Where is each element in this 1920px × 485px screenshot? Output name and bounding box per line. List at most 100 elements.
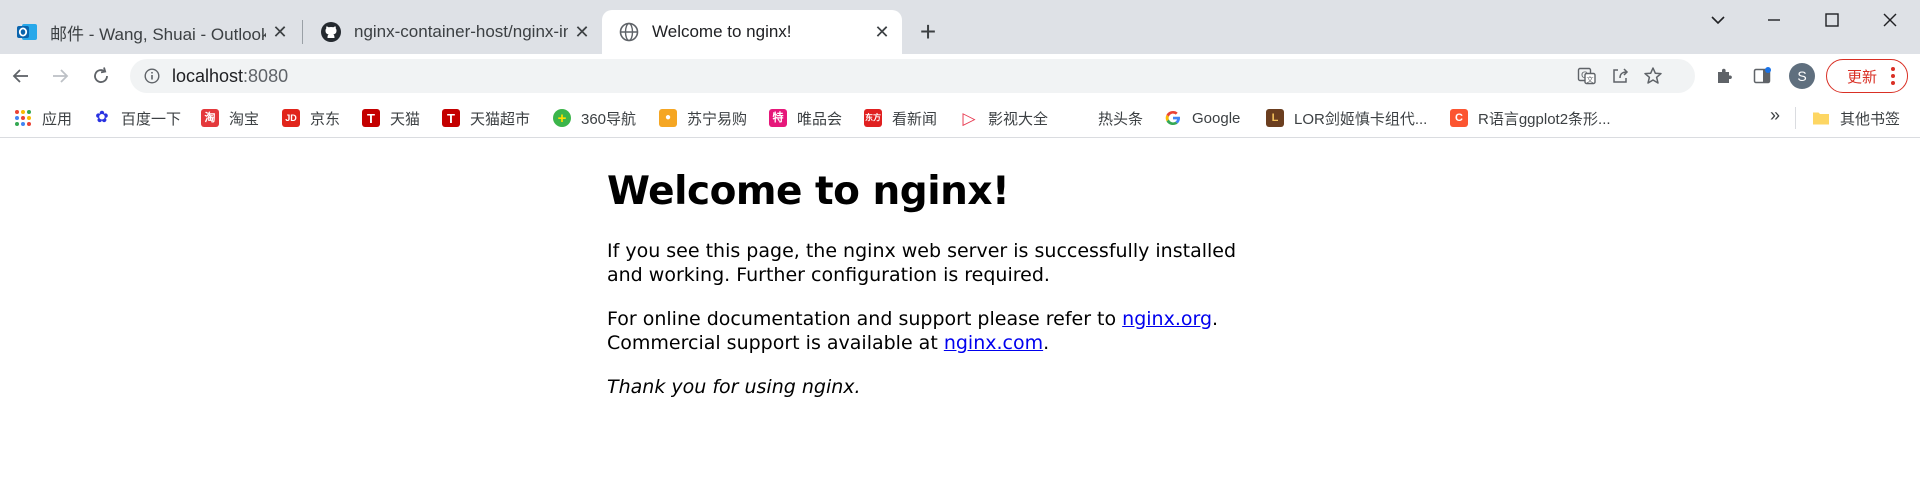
close-window-icon[interactable] [1862, 0, 1918, 40]
bookmark-label: 影视大全 [988, 110, 1049, 128]
bookmark-label: LOR剑姬慎卡组代... [1294, 110, 1428, 128]
bookmark-label: 360导航 [581, 110, 637, 128]
bookmark-label: 看新闻 [892, 110, 938, 128]
taobao-icon: 淘 [201, 109, 219, 127]
commercial-text: Commercial support is available at [607, 332, 944, 354]
bookmark-suning[interactable]: ● 苏宁易购 [659, 107, 747, 129]
reload-icon[interactable] [83, 58, 119, 94]
bookmark-label: 淘宝 [229, 110, 260, 128]
globe-icon [618, 21, 640, 43]
url-text[interactable]: localhost:8080 [172, 66, 288, 87]
bookmark-label: 天猫 [390, 110, 421, 128]
bookmark-label: 百度一下 [121, 110, 182, 128]
bookmark-tmall[interactable]: T 天猫 [362, 107, 420, 129]
close-tab-icon[interactable]: ✕ [868, 18, 896, 46]
close-tab-icon[interactable]: ✕ [568, 18, 596, 46]
tab-title: nginx-container-host/nginx-in [354, 22, 568, 41]
tab-nginx[interactable]: Welcome to nginx! ✕ [602, 10, 902, 54]
bookmark-360[interactable]: + 360导航 [553, 107, 636, 129]
vip-icon: 特 [769, 109, 787, 127]
page-heading: Welcome to nginx! [607, 169, 1010, 214]
minimize-icon[interactable] [1746, 0, 1802, 40]
bookmark-csdn[interactable]: C R语言ggplot2条形... [1450, 107, 1611, 129]
lor-icon: L [1266, 109, 1284, 127]
github-icon [320, 21, 342, 43]
bookmark-vip[interactable]: 特 唯品会 [769, 107, 842, 129]
tab-title: 邮件 - Wang, Shuai - Outlook [50, 24, 266, 44]
bookmark-label: 苏宁易购 [687, 110, 748, 128]
translate-icon[interactable]: G文 [1573, 62, 1601, 90]
baidu-paw-icon: ✿ [95, 109, 109, 126]
tab-title: Welcome to nginx! [652, 22, 792, 41]
update-button[interactable]: 更新 [1826, 59, 1908, 93]
bookmark-label: 应用 [42, 110, 73, 128]
address-bar[interactable]: localhost:8080 G文 [130, 59, 1695, 93]
bookmarks-bar: 应用 ✿ 百度一下 淘 淘宝 JD 京东 T 天猫 T 天猫超市 + 360导航… [0, 98, 1920, 138]
bookmark-hot-headlines[interactable]: 热头条 [1098, 107, 1143, 129]
bookmark-label: R语言ggplot2条形... [1478, 110, 1611, 128]
bookmark-star-icon[interactable] [1639, 62, 1667, 90]
jd-icon: JD [282, 109, 300, 127]
bookmarks-divider [1795, 107, 1796, 129]
tab-github[interactable]: nginx-container-host/nginx-in ✕ [304, 10, 602, 54]
tab-search-chevron-icon[interactable] [1690, 0, 1746, 40]
more-bookmarks-chevron-icon[interactable]: » [1770, 105, 1780, 126]
nginx-com-link[interactable]: nginx.com [944, 332, 1043, 354]
bookmark-lor[interactable]: L LOR剑姬慎卡组代... [1266, 107, 1427, 129]
maximize-icon[interactable] [1804, 0, 1860, 40]
tab-outlook[interactable]: 邮件 - Wang, Shuai - Outlook ✕ [0, 10, 300, 54]
apps-grid-icon [14, 109, 32, 127]
bookmark-baidu[interactable]: ✿ 百度一下 [93, 107, 181, 129]
commercial-punct: . [1043, 332, 1050, 354]
bookmark-label: 天猫超市 [470, 110, 531, 128]
tab-separator [302, 20, 303, 44]
share-icon[interactable] [1606, 62, 1634, 90]
site-info-icon[interactable] [142, 66, 162, 86]
page-content: Welcome to nginx! If you see this page, … [607, 167, 1247, 399]
more-menu-icon [1891, 67, 1895, 85]
bookmark-news[interactable]: 东方 看新闻 [864, 107, 937, 129]
bookmark-video[interactable]: ▷ 影视大全 [960, 107, 1048, 129]
tmall-market-icon: T [442, 109, 460, 127]
suning-icon: ● [659, 109, 677, 127]
new-tab-icon[interactable]: + [912, 16, 944, 48]
video-play-icon: ▷ [962, 108, 976, 128]
svg-text:文: 文 [1587, 75, 1594, 84]
outlook-icon [16, 21, 38, 43]
support-text: For online documentation and support ple… [607, 308, 1123, 330]
folder-icon [1812, 109, 1830, 127]
tab-strip: 邮件 - Wang, Shuai - Outlook ✕ nginx-conta… [0, 0, 1920, 54]
360-icon: + [553, 109, 571, 127]
nginx-org-link[interactable]: nginx.org [1122, 308, 1212, 330]
update-label: 更新 [1847, 68, 1878, 86]
bookmark-other-folder[interactable]: 其他书签 [1812, 107, 1900, 129]
bookmark-jd[interactable]: JD 京东 [282, 107, 340, 129]
bookmark-label: 京东 [310, 110, 341, 128]
google-icon [1164, 109, 1182, 127]
bookmark-google[interactable]: Google [1164, 107, 1240, 129]
forward-arrow-icon[interactable] [42, 58, 78, 94]
url-host: localhost [172, 66, 244, 86]
news-icon: 东方 [864, 109, 882, 127]
bookmark-tmall-market[interactable]: T 天猫超市 [442, 107, 530, 129]
url-port: :8080 [243, 66, 289, 86]
thanks-paragraph: Thank you for using nginx. [607, 375, 1247, 399]
thanks-text: Thank you for using nginx. [607, 376, 861, 398]
support-punct: . [1212, 308, 1219, 330]
bookmark-taobao[interactable]: 淘 淘宝 [201, 107, 259, 129]
back-arrow-icon[interactable] [3, 58, 39, 94]
csdn-icon: C [1450, 109, 1468, 127]
intro-paragraph: If you see this page, the nginx web serv… [607, 240, 1237, 286]
extensions-puzzle-icon[interactable] [1706, 58, 1742, 94]
profile-avatar[interactable]: S [1789, 63, 1815, 89]
bookmark-label: 其他书签 [1840, 110, 1901, 128]
tmall-icon: T [362, 109, 380, 127]
bookmark-apps[interactable]: 应用 [14, 107, 72, 129]
toolbar: localhost:8080 G文 S 更新 [0, 54, 1920, 98]
support-paragraph: For online documentation and support ple… [607, 307, 1247, 355]
bookmark-label: 唯品会 [797, 110, 843, 128]
bookmark-label: 热头条 [1098, 110, 1144, 128]
bookmark-label: Google [1192, 109, 1241, 127]
reading-list-icon[interactable] [1744, 58, 1780, 94]
close-tab-icon[interactable]: ✕ [266, 18, 294, 46]
